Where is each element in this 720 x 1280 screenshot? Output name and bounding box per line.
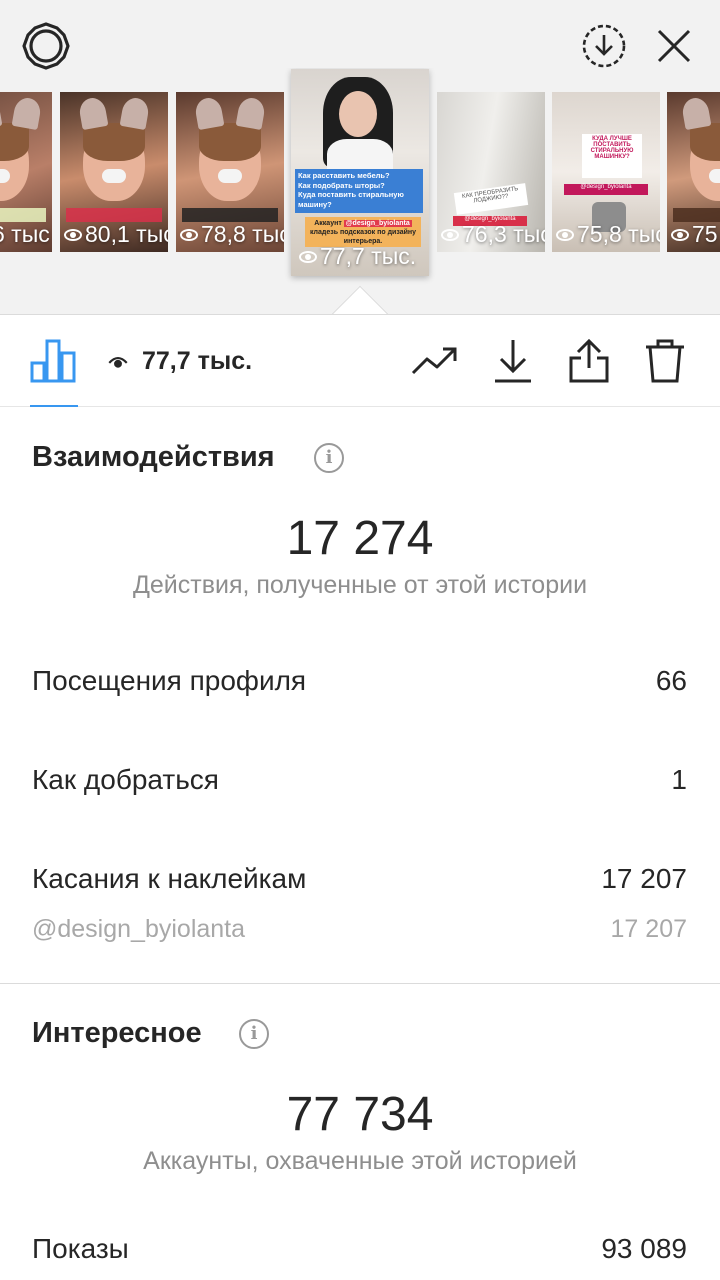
mention-sticker-value: 17 207 (610, 915, 687, 943)
share-icon (569, 338, 609, 383)
tab-insights[interactable] (30, 339, 76, 383)
save-story-button[interactable] (578, 20, 630, 72)
discovery-info-icon[interactable]: i (239, 1019, 269, 1049)
discovery-caption: Аккаунты, охваченные этой историей (143, 1147, 577, 1175)
story-text-sticker: КАК ПРЕОБРАЗИТЬ ЛОДЖИЮ?? (453, 183, 529, 215)
mention-sticker-label: @design_byiolanta (32, 915, 246, 943)
story-thumbnail[interactable]: …6 тыс (0, 92, 52, 252)
eye-icon (180, 228, 198, 241)
eye-icon (299, 250, 317, 263)
story-sticker-list: Как расставить мебель? Как подобрать што… (295, 169, 423, 213)
story-viewer-header: …6 тыс 80,1 тыс 78,8 тыс (0, 0, 720, 314)
interactions-info-icon[interactable]: i (314, 443, 344, 473)
download-icon (495, 340, 531, 383)
eye-icon (441, 228, 459, 241)
eye-icon (671, 228, 689, 241)
view-count: 75 (671, 221, 718, 248)
view-count: 77,7 тыс. (299, 243, 416, 270)
story-insights-sheet: 77,7 тыс. Взаимодействия i 17 274 Действ… (0, 314, 720, 1280)
get-directions-value: 1 (671, 764, 687, 795)
story-thumbnail-strip[interactable]: …6 тыс 80,1 тыс 78,8 тыс (0, 68, 720, 288)
section-divider (0, 983, 720, 984)
view-count: 76,3 тыс (441, 221, 545, 248)
sticker-taps-value: 17 207 (601, 863, 687, 894)
interactions-title: Взаимодействия (32, 441, 275, 473)
story-thumbnail[interactable]: КАК ПРЕОБРАЗИТЬ ЛОДЖИЮ?? @design_byiolan… (437, 92, 545, 252)
download-button[interactable] (488, 337, 538, 385)
views-count: 77,7 тыс. (142, 347, 253, 375)
story-thumbnail-active[interactable]: Как расставить мебель? Как подобрать што… (291, 69, 429, 276)
download-circle-icon (582, 24, 626, 68)
eye-icon (108, 356, 128, 368)
trending-up-icon (411, 347, 457, 375)
view-count: 80,1 тыс (64, 221, 168, 248)
profile-visits-label: Посещения профиля (32, 665, 307, 696)
discovery-title: Интересное (32, 1017, 202, 1049)
story-thumbnail[interactable]: 78,8 тыс (176, 92, 284, 252)
close-button[interactable] (648, 20, 700, 72)
interactions-total: 17 274 (286, 512, 434, 565)
view-count: 75,8 тыс (556, 221, 660, 248)
story-text-sticker: КУДА ЛУЧШЕ ПОСТАВИТЬ СТИРАЛЬНУЮ МАШИНКУ? (582, 134, 642, 178)
views-summary: 77,7 тыс. (108, 347, 252, 376)
bar-chart-icon (30, 339, 76, 383)
eye-icon (64, 228, 82, 241)
story-thumbnail[interactable]: 75 (667, 92, 720, 252)
trash-icon (646, 339, 684, 383)
get-directions-label: Как добраться (32, 764, 219, 795)
delete-button[interactable] (640, 337, 690, 385)
eye-icon (556, 228, 574, 241)
active-tab-indicator (30, 405, 78, 407)
insights-toolbar: 77,7 тыс. (0, 315, 720, 407)
impressions-value: 93 089 (601, 1233, 687, 1264)
close-icon (657, 29, 691, 63)
settings-button[interactable] (20, 20, 72, 72)
discovery-total: 77 734 (286, 1088, 434, 1141)
promote-button[interactable] (410, 337, 460, 385)
share-button[interactable] (564, 337, 614, 385)
story-thumbnail[interactable]: 80,1 тыс (60, 92, 168, 252)
sticker-taps-label: Касания к наклейкам (32, 863, 307, 894)
story-mention-sticker: @design_byiolanta (564, 184, 648, 195)
view-count: 78,8 тыс (180, 221, 284, 248)
gear-icon (22, 22, 70, 70)
impressions-label: Показы (32, 1233, 129, 1264)
view-count: …6 тыс (0, 221, 50, 247)
story-thumbnail[interactable]: КУДА ЛУЧШЕ ПОСТАВИТЬ СТИРАЛЬНУЮ МАШИНКУ?… (552, 92, 660, 252)
profile-visits-value: 66 (655, 665, 687, 696)
interactions-caption: Действия, полученные от этой истории (132, 571, 588, 599)
